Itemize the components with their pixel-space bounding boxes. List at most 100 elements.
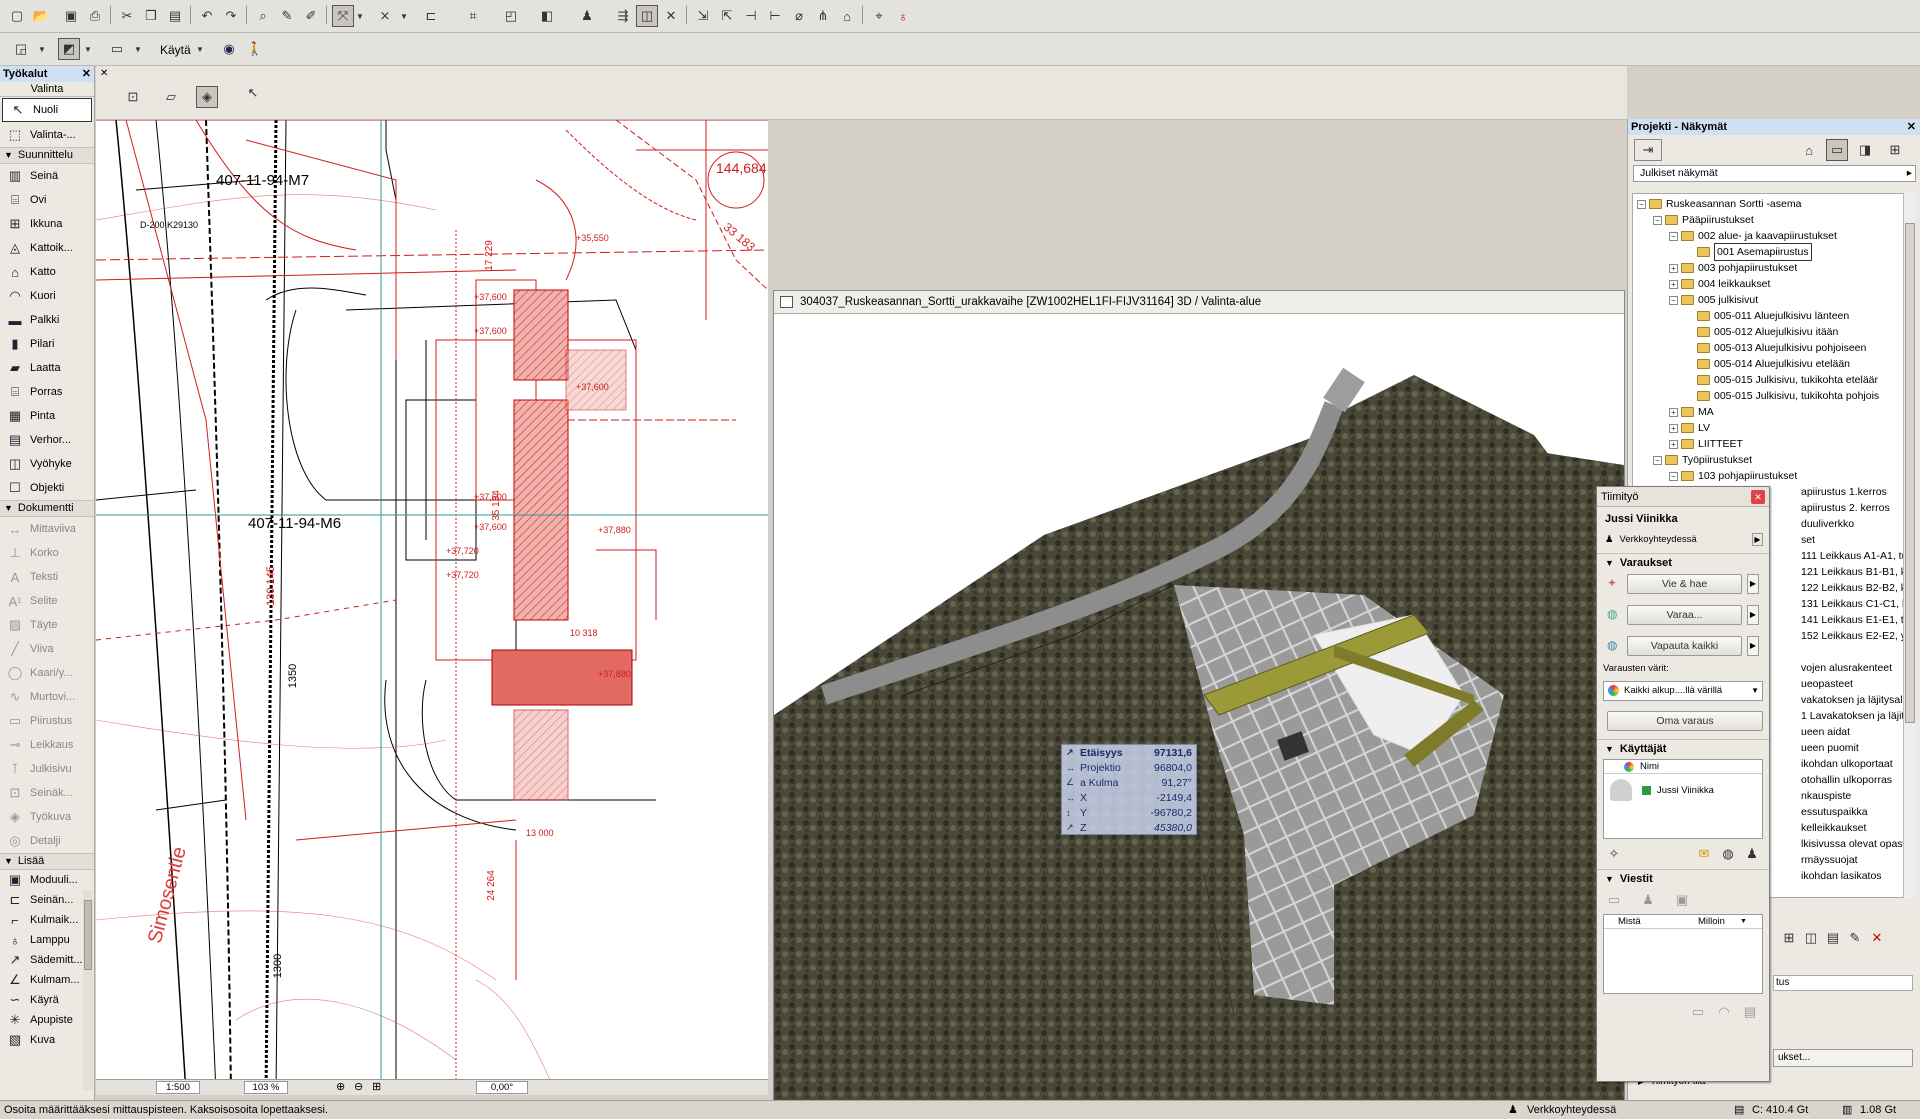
reservations-header[interactable]: ▼ Varaukset [1597,553,1769,571]
tool-dimension[interactable]: ↔ Mittaviiva [0,517,94,541]
find-select-icon[interactable]: ⌕ [252,5,274,27]
clone-folder-icon[interactable]: ▤ [1822,927,1844,949]
renovation-icon[interactable]: ◫ [636,5,658,27]
tool-module[interactable]: ▣ Moduuli... [0,870,94,890]
own-reservation-button[interactable]: Oma varaus [1607,711,1763,731]
tree-node[interactable]: − 002 alue- ja kaavapiirustukset [1669,228,1837,244]
close-icon[interactable]: ✕ [1751,490,1765,504]
rotated-rect-icon[interactable]: ◈ [196,86,218,108]
release-options[interactable]: ▶ [1747,636,1759,656]
align-icon[interactable]: ⊏ [420,5,442,27]
tool-interior-elevation[interactable]: ⊡ Seinäk... [0,781,94,805]
tree-node[interactable]: 005-014 Aluejulkisivu etelään [1685,356,1850,372]
tool-lamp[interactable]: ♁ Lamppu [0,930,94,950]
house-icon[interactable]: ⌂ [836,5,858,27]
close-x-icon[interactable]: ✕ [660,5,682,27]
collapse-icon[interactable]: − [1669,231,1678,241]
tree-node[interactable]: apiirustus 2. kerros [1801,500,1890,516]
collapse-icon[interactable]: − [1637,199,1646,209]
tool-arrow-pointer[interactable]: ↖ Nuoli [2,98,92,122]
tree-node[interactable]: 005-015 Julkisivu, tukikohta eteläär [1685,372,1878,388]
palette-scrollbar[interactable] [83,890,93,1090]
tool-wall[interactable]: ▥ Seinä [0,164,94,188]
grid-snap-icon[interactable]: ⌗ [462,5,484,27]
tool-polyline[interactable]: ∿ Murtovi... [0,685,94,709]
guide-lines-icon[interactable]: ⨯ [374,5,396,27]
tool-worksheet[interactable]: ◈ Työkuva [0,805,94,829]
tree-node[interactable]: − Pääpiirustukset [1653,212,1754,228]
tool-window[interactable]: ⊞ Ikkuna [0,212,94,236]
zoom-out-icon[interactable]: ⊖ [354,1080,363,1093]
apply-label[interactable]: Käytä [160,43,191,57]
expand-icon[interactable]: + [1669,263,1678,273]
tree-node[interactable]: + LIITTEET [1669,436,1743,452]
tool-section[interactable]: ⊸ Leikkaus [0,733,94,757]
tree-node[interactable]: 1 Lavakatoksen ja läjitysaluee [1801,708,1915,724]
tool-stair[interactable]: ⌸ Porras [0,380,94,404]
layer-icon[interactable]: ♟ [576,5,598,27]
cut-icon[interactable]: ✂ [116,5,138,27]
connection-row[interactable]: ♟ Verkkoyhteydessä ▶ [1605,531,1763,547]
suspend-groups-icon[interactable]: ◧ [536,5,558,27]
tool-object[interactable]: ☐ Objekti [0,476,94,500]
send-receive-options[interactable]: ▶ [1747,574,1759,594]
tool-slab[interactable]: ▰ Laatta [0,356,94,380]
tree-node[interactable]: essutuspaikka [1801,804,1868,820]
tree-node[interactable]: + MA [1669,404,1714,420]
collapse-icon[interactable]: − [1653,455,1662,465]
redo-icon[interactable]: ↷ [220,5,242,27]
tool-spline[interactable]: ∽ Käyrä [0,990,94,1010]
new-file-icon[interactable]: ▢ [6,5,28,27]
print-icon[interactable]: ⎙ [84,5,106,27]
palette-section-dokumentti[interactable]: ▼ Dokumentti [0,500,94,517]
inbox-icon[interactable]: ▣ [1671,889,1693,911]
bottom-field[interactable]: tus [1773,975,1913,991]
group-icon[interactable]: ◰ [500,5,522,27]
reserve-user-icon[interactable]: ✧ [1603,843,1625,865]
user-info-icon[interactable]: ♟ [1741,843,1763,865]
dropdown-arrow-icon[interactable]: ▼ [132,38,144,60]
dropdown-arrow-icon[interactable]: ▼ [82,38,94,60]
reserve-options[interactable]: ▶ [1747,605,1759,625]
expand-icon[interactable]: + [1669,279,1678,289]
paste-icon[interactable]: ▤ [164,5,186,27]
status-connection[interactable]: Verkkoyhteydessä [1527,1101,1616,1119]
reserve-button[interactable]: Varaa... [1627,605,1742,625]
tree-node[interactable]: ueopasteet [1801,676,1853,692]
settings-button[interactable]: ukset... [1773,1049,1913,1067]
fit-window-icon[interactable]: ⊞ [372,1080,381,1093]
split-icon[interactable]: ⊣ [740,5,762,27]
chevron-right-icon[interactable]: ▶ [1752,532,1763,546]
tree-node[interactable]: apiirustus 1.kerros [1801,484,1887,500]
tree-node[interactable]: set [1801,532,1815,548]
tree-node[interactable]: 152 Leikkaus E2-E2, yhteine [1801,628,1915,644]
adjust-icon[interactable]: ⊢ [764,5,786,27]
scale-field[interactable]: 1:500 [156,1081,200,1094]
offset-icon[interactable]: ⇱ [716,5,738,27]
eyedropper-icon[interactable]: ✎ [276,5,298,27]
tree-node[interactable]: − 103 pohjapiirustukset [1669,468,1797,484]
globe-icon[interactable]: ◉ [218,38,240,60]
tool-wall-end[interactable]: ⊏ Seinän... [0,890,94,910]
messages-list[interactable]: Mistä Milloin ▼ [1603,914,1763,994]
tree-node[interactable]: kelleikkaukset [1801,820,1866,836]
tree-node[interactable]: − Ruskeasannan Sortti -asema [1637,196,1801,212]
angle-field[interactable]: 0,00° [476,1081,528,1094]
tool-curtain-wall[interactable]: ▤ Verhor... [0,428,94,452]
users-header[interactable]: ▼ Käyttäjät [1597,739,1769,757]
close-icon[interactable]: ✕ [100,68,108,79]
project-map-icon[interactable]: ⌂ [1798,139,1820,161]
tool-radial-dimension[interactable]: ↗ Sädemitt... [0,950,94,970]
tool-detail[interactable]: ◎ Detalji [0,829,94,853]
tree-node[interactable]: otohallin ulkoporras [1801,772,1892,788]
view-map-icon[interactable]: ▭ [1826,139,1848,161]
tree-node[interactable]: vojen alusrakenteet [1801,660,1892,676]
floor-plan-icon[interactable]: ◲ [10,38,32,60]
user-row[interactable]: Jussi Viinikka [1604,774,1762,806]
copy-icon[interactable]: ❐ [140,5,162,27]
syringe-icon[interactable]: ✐ [300,5,322,27]
collapse-icon[interactable]: − [1669,295,1678,305]
reservation-colors-select[interactable]: Kaikki alkup....llä värillä ▼ [1603,681,1763,701]
tool-door[interactable]: ⌸ Ovi [0,188,94,212]
messages-header[interactable]: ▼ Viestit [1597,869,1769,887]
